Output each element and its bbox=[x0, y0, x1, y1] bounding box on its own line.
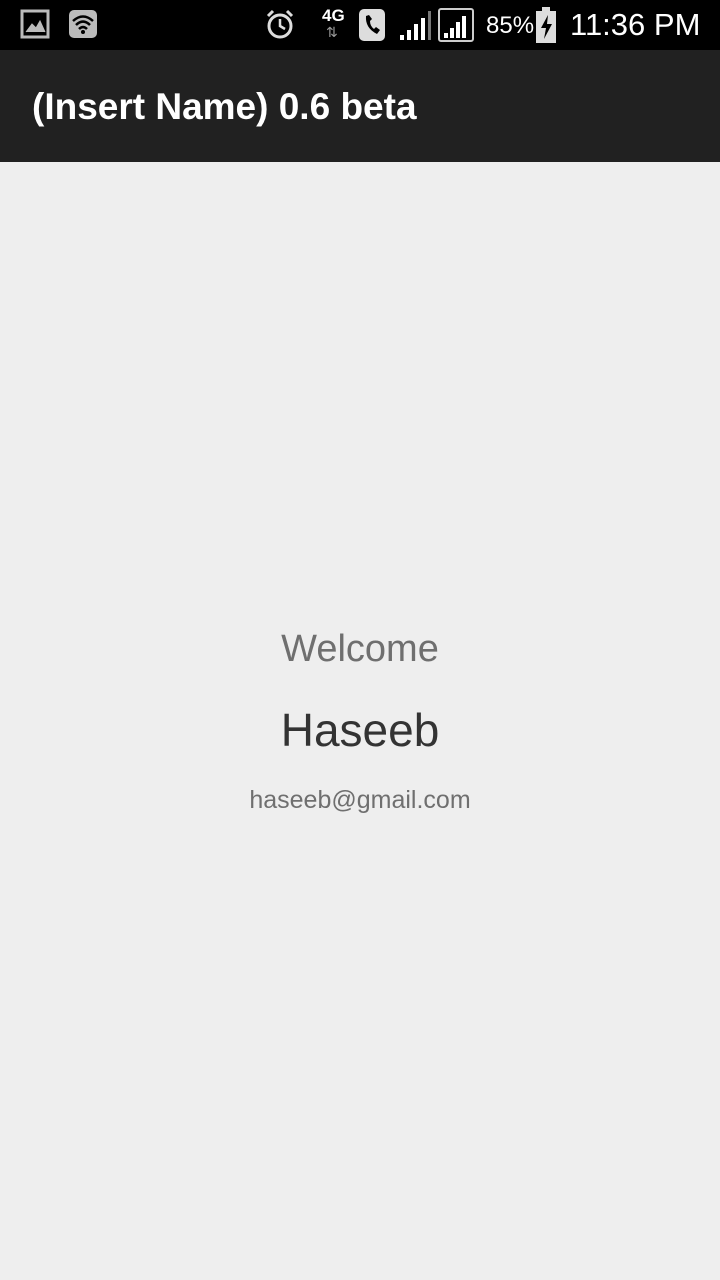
battery-percent: 85% bbox=[486, 12, 535, 39]
user-name: Haseeb bbox=[280, 704, 440, 756]
welcome-label: Welcome bbox=[281, 628, 439, 670]
status-bar: 4G ⇅ 85% 11:36 PM bbox=[0, 0, 720, 50]
app-title: (Insert Name) 0.6 beta bbox=[32, 86, 417, 127]
signal-icon bbox=[400, 11, 431, 40]
app-bar: (Insert Name) 0.6 beta bbox=[0, 50, 720, 162]
signal-icon bbox=[438, 8, 474, 42]
battery-charging-icon bbox=[536, 7, 556, 43]
clock-time: 11:36 PM bbox=[570, 7, 701, 42]
alarm-icon bbox=[266, 9, 294, 39]
call-icon bbox=[359, 9, 385, 41]
gallery-icon bbox=[20, 9, 50, 39]
welcome-screen: Welcome Haseeb haseeb@gmail.com bbox=[0, 162, 720, 1280]
wifi-icon bbox=[69, 10, 97, 38]
user-email: haseeb@gmail.com bbox=[249, 786, 471, 814]
data-arrows-icon: ⇅ bbox=[326, 24, 338, 40]
network-label: 4G bbox=[322, 6, 345, 25]
